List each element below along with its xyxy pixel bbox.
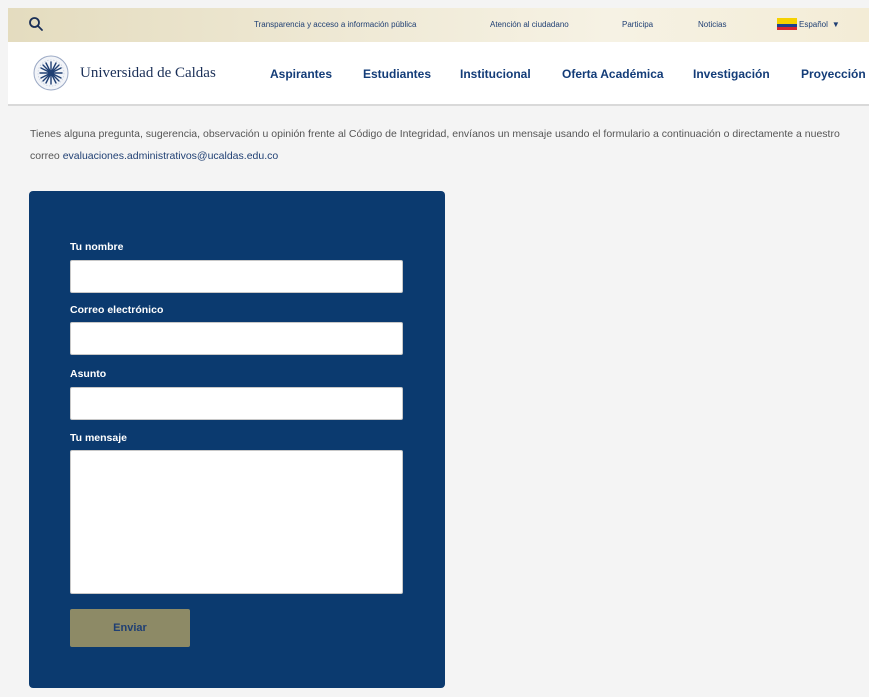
university-seal-icon[interactable] bbox=[32, 54, 70, 92]
contact-form: Tu nombre Correo electrónico Asunto Tu m… bbox=[29, 191, 445, 688]
link-atencion-ciudadano[interactable]: Atención al ciudadano bbox=[490, 20, 569, 29]
email-label: Correo electrónico bbox=[70, 304, 164, 316]
nav-item-aspirantes[interactable]: Aspirantes bbox=[270, 67, 332, 81]
nav-item-estudiantes[interactable]: Estudiantes bbox=[363, 67, 431, 81]
message-field[interactable] bbox=[70, 450, 403, 594]
nav-item-investigacion[interactable]: Investigación bbox=[693, 67, 770, 81]
name-field[interactable] bbox=[70, 260, 403, 293]
nav-item-institucional[interactable]: Institucional bbox=[460, 67, 531, 81]
brand-name[interactable]: Universidad de Caldas bbox=[80, 65, 216, 82]
language-selector[interactable]: Español ▼ bbox=[777, 18, 840, 30]
utility-bar: Transparencia y acceso a información púb… bbox=[8, 8, 869, 42]
submit-button[interactable]: Enviar bbox=[70, 609, 190, 647]
main-navbar: Universidad de Caldas Aspirantes Estudia… bbox=[8, 42, 869, 106]
intro-text: Tienes alguna pregunta, sugerencia, obse… bbox=[30, 123, 840, 167]
link-participa[interactable]: Participa bbox=[622, 20, 653, 29]
nav-item-oferta-academica[interactable]: Oferta Académica bbox=[562, 67, 664, 81]
language-label: Español bbox=[799, 19, 828, 29]
link-transparencia[interactable]: Transparencia y acceso a información púb… bbox=[254, 20, 416, 29]
link-noticias[interactable]: Noticias bbox=[698, 20, 726, 29]
search-button[interactable] bbox=[28, 16, 44, 32]
subject-field[interactable] bbox=[70, 387, 403, 420]
message-label: Tu mensaje bbox=[70, 432, 127, 444]
caret-down-icon: ▼ bbox=[831, 19, 840, 29]
email-field[interactable] bbox=[70, 322, 403, 355]
contact-email-link[interactable]: evaluaciones.administrativos@ucaldas.edu… bbox=[63, 150, 279, 162]
colombia-flag-icon bbox=[777, 18, 797, 30]
name-label: Tu nombre bbox=[70, 241, 124, 253]
nav-item-proyeccion[interactable]: Proyección bbox=[801, 67, 866, 81]
subject-label: Asunto bbox=[70, 368, 107, 380]
search-icon bbox=[29, 17, 43, 31]
